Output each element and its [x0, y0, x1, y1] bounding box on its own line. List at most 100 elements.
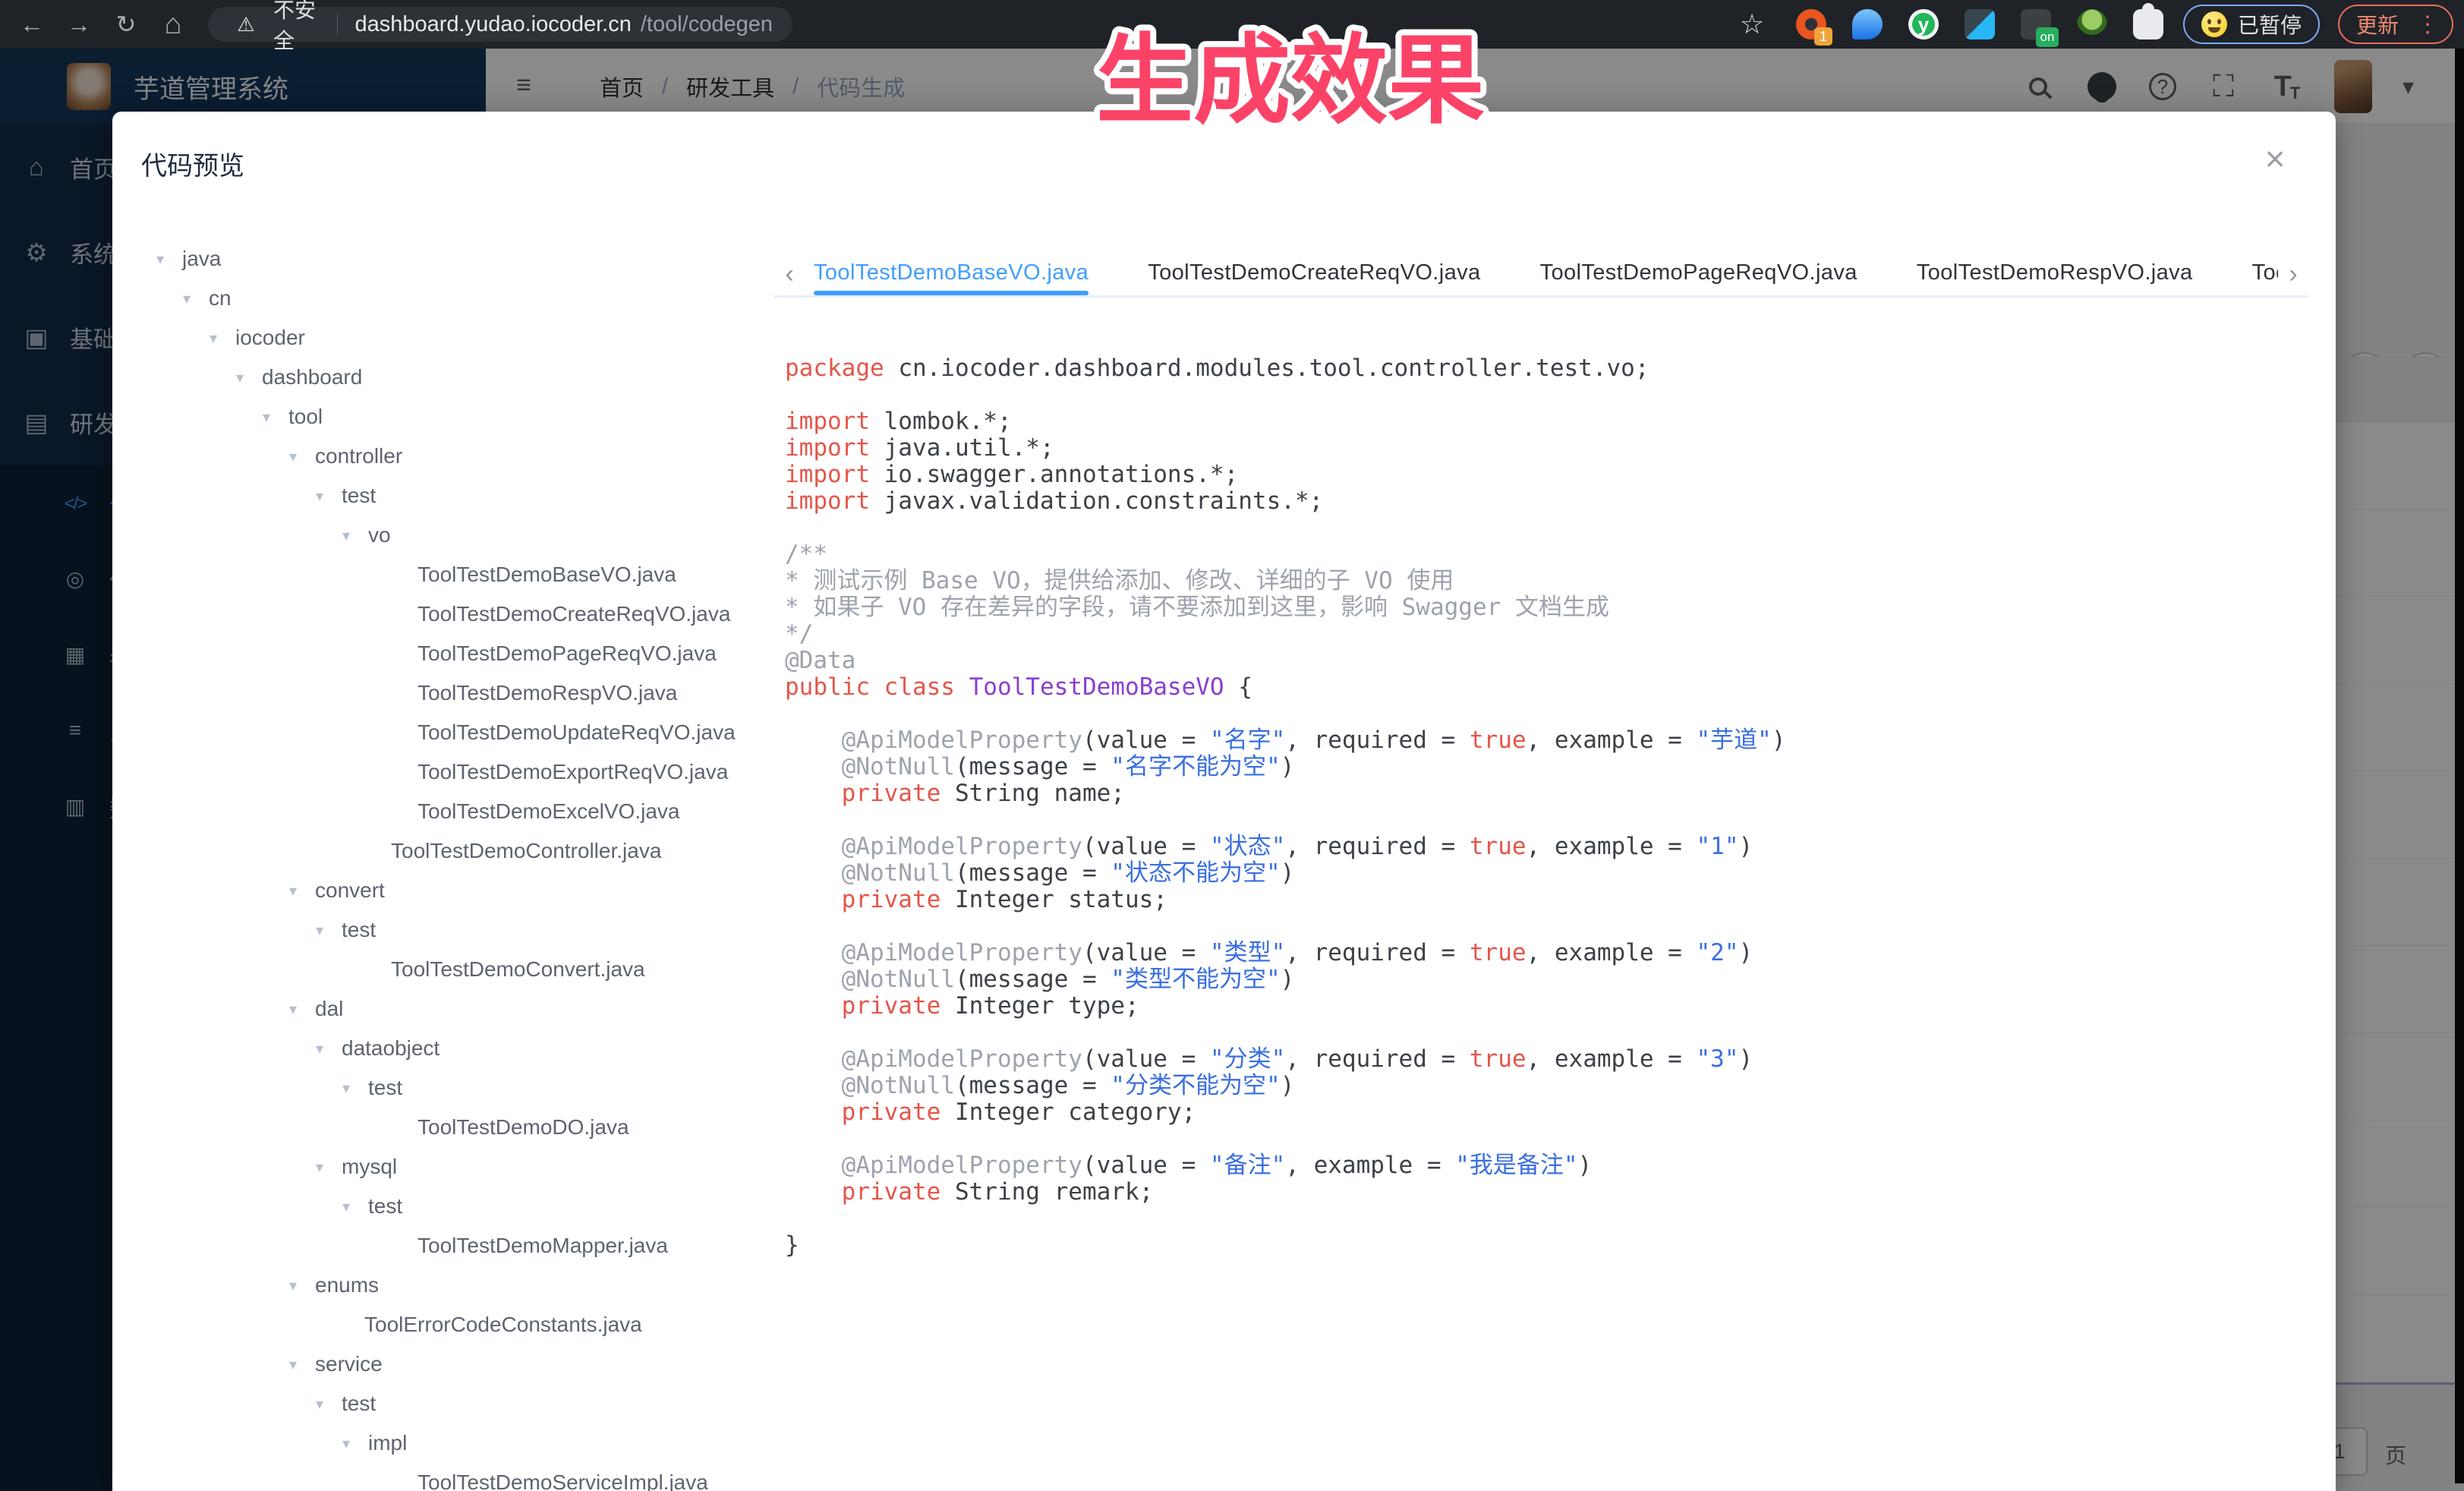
code-content: package cn.iocoder.dashboard.modules.too…: [774, 355, 2308, 1259]
tampermonkey-extension-icon[interactable]: on: [2021, 9, 2051, 39]
update-button[interactable]: 更新: [2338, 5, 2453, 44]
tree-file[interactable]: ToolErrorCodeConstants.java: [143, 1305, 773, 1344]
code-line: private String name;: [785, 780, 2308, 807]
tree-node-label: ToolTestDemoCreateReqVO.java: [417, 602, 730, 626]
tree-caret-icon[interactable]: [236, 368, 262, 387]
code-line: @ApiModelProperty(value = "状态", required…: [785, 834, 2308, 860]
tree-folder[interactable]: vo: [143, 515, 773, 555]
tree-folder[interactable]: tool: [143, 397, 773, 437]
extensions-puzzle-icon[interactable]: [2133, 9, 2163, 39]
tree-node-label: convert: [315, 878, 385, 903]
plant-extension-icon[interactable]: [2077, 9, 2107, 39]
reload-icon[interactable]: [108, 6, 144, 43]
tree-caret-icon[interactable]: [316, 1395, 342, 1414]
code-line: [785, 1126, 2308, 1152]
code-line: import lombok.*;: [785, 408, 2308, 435]
tree-folder[interactable]: impl: [143, 1423, 773, 1463]
tree-node-label: test: [342, 1392, 376, 1416]
tree-file[interactable]: ToolTestDemoMapper.java: [143, 1226, 773, 1266]
security-label[interactable]: 不安全: [273, 0, 320, 55]
tree-file[interactable]: ToolTestDemoDO.java: [143, 1108, 773, 1147]
tree-folder[interactable]: enums: [143, 1266, 773, 1305]
tree-caret-icon[interactable]: [316, 1039, 342, 1058]
drop-extension-icon[interactable]: [1852, 9, 1883, 39]
forward-icon[interactable]: [61, 6, 97, 43]
tree-file[interactable]: ToolTestDemoConvert.java: [143, 950, 773, 989]
tab-ToolTestDemoCreateReqVO.java[interactable]: ToolTestDemoCreateReqVO.java: [1148, 251, 1480, 295]
browser-home-icon[interactable]: [155, 6, 191, 43]
tree-folder[interactable]: convert: [143, 871, 773, 910]
tree-folder[interactable]: test: [143, 1187, 773, 1226]
tree-file[interactable]: ToolTestDemoUpdateReqVO.java: [143, 713, 773, 752]
code-line: }: [785, 1232, 2308, 1259]
code-line: @ApiModelProperty(value = "分类", required…: [785, 1046, 2308, 1073]
tree-node-label: java: [182, 247, 221, 271]
tree-node-label: ToolTestDemoRespVO.java: [417, 681, 677, 705]
code-line: import javax.validation.constraints.*;: [785, 488, 2308, 515]
tree-folder[interactable]: test: [143, 1384, 773, 1423]
tab-ToolTestDemoPageReqVO.java[interactable]: ToolTestDemoPageReqVO.java: [1540, 251, 1857, 295]
code-line: @NotNull(message = "状态不能为空"): [785, 860, 2308, 887]
tree-folder[interactable]: dal: [143, 989, 773, 1029]
tree-caret-icon[interactable]: [342, 1079, 368, 1098]
tree-node-label: service: [315, 1352, 383, 1376]
tree-file[interactable]: ToolTestDemoRespVO.java: [143, 673, 773, 713]
tree-caret-icon[interactable]: [289, 881, 315, 900]
tree-folder[interactable]: controller: [143, 437, 773, 476]
green-y-extension-icon[interactable]: y: [1908, 9, 1939, 39]
tab-ToolTestDemoBaseVO.java[interactable]: ToolTestDemoBaseVO.java: [814, 251, 1089, 295]
tree-caret-icon[interactable]: [156, 250, 182, 269]
tree-file[interactable]: ToolTestDemoExportReqVO.java: [143, 752, 773, 792]
ubuntu-extension-icon[interactable]: 1: [1796, 9, 1826, 39]
bookmark-star-icon[interactable]: [1734, 6, 1770, 43]
tree-caret-icon[interactable]: [210, 329, 235, 348]
close-icon[interactable]: [2254, 137, 2296, 180]
code-line: private Integer category;: [785, 1099, 2308, 1126]
tree-folder[interactable]: test: [143, 910, 773, 950]
tree-caret-icon[interactable]: [289, 1355, 315, 1374]
tree-folder[interactable]: test: [143, 476, 773, 515]
code-line: @NotNull(message = "名字不能为空"): [785, 754, 2308, 780]
tab-ToolTestDemoRespVO.java[interactable]: ToolTestDemoRespVO.java: [1917, 251, 2193, 295]
tree-file[interactable]: ToolTestDemoExcelVO.java: [143, 792, 773, 831]
tabs-scroll-right-icon[interactable]: [2278, 251, 2308, 298]
tree-folder[interactable]: test: [143, 1068, 773, 1108]
tree-caret-icon[interactable]: [289, 1276, 315, 1295]
tree-folder[interactable]: service: [143, 1344, 773, 1384]
tree-folder[interactable]: dataobject: [143, 1029, 773, 1068]
tree-caret-icon[interactable]: [316, 487, 342, 506]
tree-node-label: ToolTestDemoDO.java: [417, 1115, 629, 1140]
tree-file[interactable]: ToolTestDemoController.java: [143, 831, 773, 871]
code-line: [785, 382, 2308, 408]
tabs-scroll-left-icon[interactable]: [774, 251, 805, 298]
tree-caret-icon[interactable]: [342, 1434, 368, 1453]
tree-folder[interactable]: iocoder: [143, 318, 773, 358]
tree-caret-icon[interactable]: [316, 921, 342, 940]
tree-file[interactable]: ToolTestDemoServiceImpl.java: [143, 1463, 773, 1491]
tree-file[interactable]: ToolTestDemoBaseVO.java: [143, 555, 773, 594]
tree-caret-icon[interactable]: [316, 1158, 342, 1177]
tree-caret-icon[interactable]: [289, 447, 315, 466]
tree-folder[interactable]: dashboard: [143, 358, 773, 397]
browser-menu-icon[interactable]: [2409, 6, 2446, 43]
tree-caret-icon[interactable]: [183, 289, 209, 308]
address-bar[interactable]: 不安全 dashboard.yudao.iocoder.cn/tool/code…: [208, 7, 792, 42]
paused-badge[interactable]: 已暂停: [2183, 5, 2320, 44]
tree-node-label: mysql: [342, 1155, 397, 1179]
code-line: @ApiModelProperty(value = "名字", required…: [785, 727, 2308, 754]
tree-node-label: ToolTestDemoExportReqVO.java: [417, 760, 728, 784]
tree-caret-icon[interactable]: [342, 526, 368, 545]
tree-caret-icon[interactable]: [289, 1000, 315, 1019]
back-icon[interactable]: [14, 6, 50, 43]
tree-folder[interactable]: mysql: [143, 1147, 773, 1187]
tree-file[interactable]: ToolTestDemoCreateReqVO.java: [143, 594, 773, 634]
tree-folder[interactable]: cn: [143, 279, 773, 318]
tree-caret-icon[interactable]: [342, 1197, 368, 1216]
extension-badge: 1: [1814, 27, 1832, 46]
tree-file[interactable]: ToolTestDemoPageReqVO.java: [143, 634, 773, 673]
tree-node-label: iocoder: [235, 326, 305, 350]
tree-folder[interactable]: java: [143, 239, 773, 279]
code-line: */: [785, 621, 2308, 648]
tree-caret-icon[interactable]: [263, 408, 288, 427]
squares-extension-icon[interactable]: [1965, 9, 1995, 39]
